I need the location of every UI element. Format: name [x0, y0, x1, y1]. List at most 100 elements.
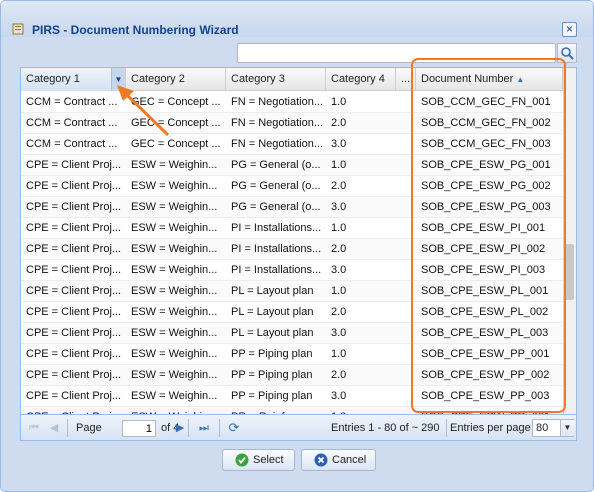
document-number-cell: SOB_CPE_ESW_PP_002 [421, 369, 550, 381]
column-header-category-4[interactable]: Category 4 [326, 68, 396, 91]
table-row[interactable]: CCM = Contract ... GEC = Concept ... FN = … [21, 134, 563, 155]
column-header-label: Category 4 [331, 73, 385, 85]
cancel-button[interactable]: Cancel [301, 449, 376, 471]
category-2-cell: GEC = Concept ... [131, 96, 221, 108]
window-title: PIRS - Document Numbering Wizard [32, 23, 239, 37]
category-2-cell: GEC = Concept ... [131, 138, 221, 150]
category-2-cell: ESW = Weighin... [131, 390, 218, 402]
page-number-input[interactable] [122, 420, 156, 437]
table-row[interactable]: CPE = Client Proj... ESW = Weighin... PP =… [21, 365, 563, 386]
document-number-cell: SOB_CPE_ESW_PL_002 [421, 306, 549, 318]
category-2-cell: ESW = Weighin... [131, 369, 218, 381]
search-button[interactable] [557, 43, 577, 63]
category-1-cell: CPE = Client Proj... [26, 285, 122, 297]
category-1-cell: CPE = Client Proj... [26, 390, 122, 402]
category-4-cell: 1.0 [326, 407, 416, 414]
table-row[interactable]: CPE = Client Proj...ESW = Weighin...PR =… [21, 407, 563, 414]
vertical-scrollbar[interactable] [563, 68, 576, 414]
category-4-cell: 3.0 [331, 390, 347, 402]
app-icon [12, 23, 24, 35]
category-3-cell: PL = Layout plan [231, 285, 314, 297]
table-row[interactable]: CPE = Client Proj... ESW = Weighin... PL =… [21, 281, 563, 302]
category-2-cell: ESW = Weighin... [126, 407, 226, 414]
category-3-cell: PL = Layout plan [231, 306, 314, 318]
category-4-cell: 2.0 [331, 243, 347, 255]
category-4-cell: 3.0 [331, 264, 347, 276]
column-header-category-3[interactable]: Category 3 [226, 68, 326, 91]
category-4-cell: 2.0 [331, 180, 347, 192]
chevron-down-icon[interactable]: ▼ [560, 420, 574, 436]
first-page-icon[interactable]: ⏮ [26, 420, 42, 436]
cancel-x-icon [314, 453, 328, 467]
document-number-cell: SOB_CPE_ESW_PP_001 [421, 348, 550, 360]
title-bar[interactable]: PIRS - Document Numbering Wizard × [1, 1, 593, 37]
column-header-label: ... [401, 73, 411, 85]
category-1-cell: CPE = Client Proj... [26, 327, 122, 339]
document-number-cell: SOB_CPE_ESW_PI_002 [421, 243, 546, 255]
table-row[interactable]: CPE = Client Proj... ESW = Weighin... PL =… [21, 323, 563, 344]
category-1-cell: CPE = Client Proj... [26, 201, 122, 213]
document-number-cell: SOB_CPE_ESW_PL_001 [421, 285, 549, 297]
column-menu-icon[interactable]: ▼ [111, 68, 125, 91]
category-4-cell: 1.0 [331, 285, 347, 297]
select-button-label: Select [253, 454, 284, 466]
table-row[interactable]: CPE = Client Proj... ESW = Weighin... PG =… [21, 197, 563, 218]
category-2-cell: ESW = Weighin... [131, 159, 218, 171]
category-2-cell: ESW = Weighin... [131, 348, 218, 360]
column-header-category-1[interactable]: Category 1 ▼ [21, 68, 126, 91]
category-4-cell: 3.0 [331, 201, 347, 213]
category-4-cell: 1.0 [331, 96, 347, 108]
category-4-cell: 1.0 [331, 348, 347, 360]
column-header-document-number[interactable]: Document Number ▲ [416, 68, 563, 91]
select-button[interactable]: Select [222, 449, 295, 471]
table-row[interactable]: CCM = Contract ... GEC = Concept ... FN = … [21, 113, 563, 134]
table-row[interactable]: CPE = Client Proj... ESW = Weighin... PI =… [21, 239, 563, 260]
category-4-cell: 1.0 [331, 222, 347, 234]
column-header-category-2[interactable]: Category 2 [126, 68, 226, 91]
table-row[interactable]: CPE = Client Proj... ESW = Weighin... PP =… [21, 386, 563, 407]
entries-per-page-label: Entries per page [450, 422, 531, 434]
category-3-cell: FN = Negotiation... [231, 138, 324, 150]
document-number-cell: SOB_CPE_ESW_PI_001 [421, 222, 546, 234]
table-row[interactable]: CPE = Client Proj... ESW = Weighin... PI =… [21, 260, 563, 281]
category-1-cell: CPE = Client Proj... [26, 348, 122, 360]
category-4-cell: 2.0 [331, 117, 347, 129]
close-button[interactable]: × [562, 22, 577, 37]
cancel-button-label: Cancel [332, 454, 367, 466]
table-row[interactable]: CPE = Client Proj... ESW = Weighin... PL =… [21, 302, 563, 323]
search-bar [20, 43, 577, 63]
column-header-label: Category 3 [231, 73, 285, 85]
document-number-cell: SOB_CCM_GEC_FN_003 [421, 138, 551, 150]
table-row[interactable]: CPE = Client Proj... ESW = Weighin... PI =… [21, 218, 563, 239]
toolbar-separator [67, 419, 68, 437]
search-input[interactable] [237, 43, 556, 63]
entries-per-page-value: 80 [536, 422, 549, 434]
last-page-icon[interactable]: ⏭ [196, 420, 212, 436]
close-icon: × [565, 22, 573, 36]
prev-page-icon[interactable]: ◀ [46, 420, 62, 436]
search-icon [561, 47, 574, 60]
entries-summary: Entries 1 - 80 of ~ 290 [331, 422, 440, 434]
category-4-cell: 2.0 [331, 369, 347, 381]
category-3-cell: PP = Piping plan [231, 369, 313, 381]
category-1-cell: CPE = Client Proj... [26, 180, 122, 192]
category-1-cell: CCM = Contract ... [26, 138, 118, 150]
table-row[interactable]: CPE = Client Proj... ESW = Weighin... PG =… [21, 176, 563, 197]
category-1-cell: CPE = Client Proj... [26, 306, 122, 318]
category-3-cell: PL = Layout plan [231, 327, 314, 339]
table-row[interactable]: CPE = Client Proj... ESW = Weighin... PP =… [21, 344, 563, 365]
table-row[interactable]: CPE = Client Proj... ESW = Weighin... PG =… [21, 155, 563, 176]
category-3-cell: PI = Installations... [231, 264, 322, 276]
category-3-cell: PP = Piping plan [231, 390, 313, 402]
category-1-cell: CPE = Client Proj... [26, 159, 122, 171]
next-page-icon[interactable]: ▶ [172, 420, 188, 436]
entries-per-page-select[interactable]: 80 ▼ [532, 419, 574, 437]
document-number-cell: SOB_CPE_ESW_PR_001 [416, 407, 563, 414]
document-number-cell: SOB_CPE_ESW_PG_002 [421, 180, 551, 192]
refresh-icon[interactable]: ⟳ [226, 420, 242, 436]
table-row[interactable]: CCM = Contract ... GEC = Concept ... FN = … [21, 92, 563, 113]
category-2-cell: ESW = Weighin... [131, 264, 218, 276]
column-header-more[interactable]: ... [396, 68, 416, 91]
sort-asc-icon: ▲ [516, 75, 525, 84]
scrollbar-thumb[interactable] [565, 244, 574, 300]
